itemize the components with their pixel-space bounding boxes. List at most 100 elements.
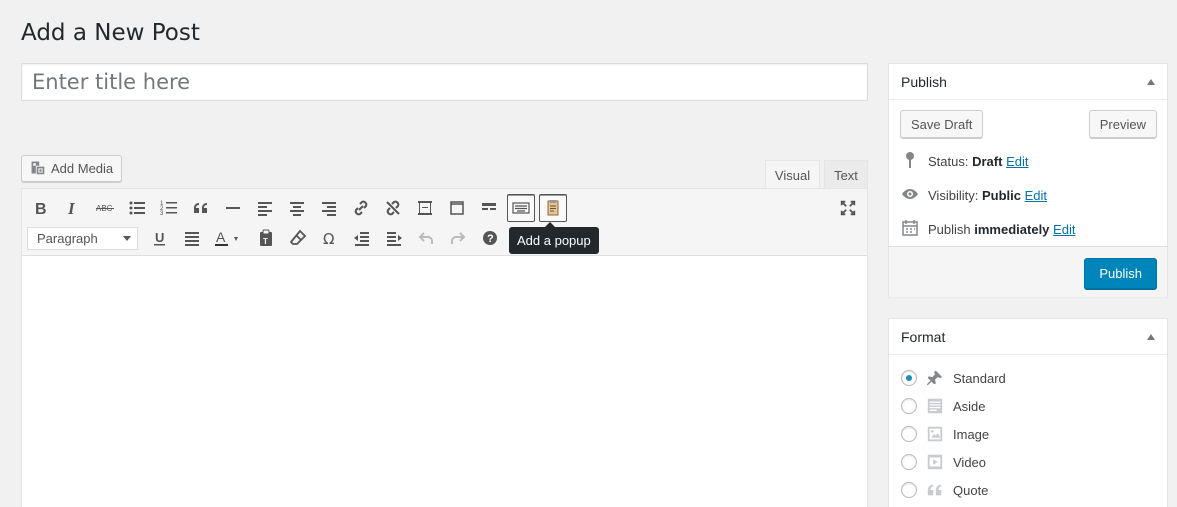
status-row: Status: Draft Edit <box>900 150 1028 173</box>
format-option-label: Video <box>953 454 987 470</box>
numbered-list-icon[interactable]: 123 <box>155 194 183 222</box>
special-character-icon[interactable]: Ω <box>316 224 344 252</box>
schedule-row: Publish immediately Edit <box>900 218 1075 241</box>
italic-icon[interactable]: I <box>59 194 87 222</box>
save-draft-button[interactable]: Save Draft <box>900 110 984 138</box>
post-title-input[interactable] <box>21 63 868 101</box>
popup-icon[interactable] <box>539 194 567 222</box>
svg-text:A: A <box>216 229 226 245</box>
underline-icon[interactable]: U <box>146 224 174 252</box>
indent-icon[interactable] <box>380 224 408 252</box>
tab-visual[interactable]: Visual <box>765 160 820 189</box>
outdent-icon[interactable] <box>348 224 376 252</box>
visibility-value: Public <box>981 188 1021 203</box>
video-icon <box>925 452 945 472</box>
page-title: Add a New Post <box>21 20 200 46</box>
bold-icon[interactable]: B <box>27 194 55 222</box>
fullscreen-icon[interactable] <box>835 195 861 221</box>
collapse-arrow-icon[interactable] <box>1147 333 1155 340</box>
paste-as-text-icon[interactable]: T <box>252 224 280 252</box>
svg-text:?: ? <box>487 233 494 245</box>
svg-text:B: B <box>35 201 47 218</box>
format-option-label: Image <box>953 426 990 442</box>
format-option-quote[interactable]: Quote <box>901 480 988 500</box>
schedule-label: Publish <box>928 222 971 237</box>
redo-icon[interactable] <box>444 224 472 252</box>
publish-panel-title: Publish <box>901 73 947 90</box>
format-panel: Format Standard Aside Image Video Quote <box>888 318 1168 507</box>
status-value: Draft <box>972 154 1003 169</box>
text-color-icon[interactable]: A <box>210 224 248 252</box>
insert-page-break-icon[interactable] <box>443 194 471 222</box>
publish-panel-header[interactable]: Publish <box>889 64 1167 100</box>
remove-link-icon[interactable] <box>379 194 407 222</box>
align-left-icon[interactable] <box>251 194 279 222</box>
bulleted-list-icon[interactable] <box>123 194 151 222</box>
visibility-row: Visibility: Public Edit <box>900 184 1047 207</box>
collapse-arrow-icon[interactable] <box>1147 78 1155 85</box>
add-media-icon <box>29 159 46 179</box>
publish-button[interactable]: Publish <box>1084 258 1157 289</box>
publish-actions: Save Draft Preview <box>900 110 1157 138</box>
justify-icon[interactable] <box>178 224 206 252</box>
radio-button[interactable] <box>901 426 917 442</box>
toolbar-row-2: Paragraph U A T Ω ? <box>27 224 508 252</box>
undo-icon[interactable] <box>412 224 440 252</box>
align-center-icon[interactable] <box>283 194 311 222</box>
tab-text[interactable]: Text <box>824 160 868 189</box>
format-option-label: Standard <box>953 370 1006 386</box>
toolbar-row-1: B I ABC 123 <box>27 194 571 222</box>
strikethrough-icon[interactable]: ABC <box>91 194 119 222</box>
keyboard-icon[interactable] <box>507 194 535 222</box>
svg-text:T: T <box>263 237 268 246</box>
edit-visibility-link[interactable]: Edit <box>1025 188 1047 203</box>
format-option-standard[interactable]: Standard <box>901 368 1006 388</box>
edit-schedule-link[interactable]: Edit <box>1053 222 1075 237</box>
radio-button[interactable] <box>901 454 917 470</box>
svg-text:U: U <box>155 230 164 245</box>
svg-text:Ω: Ω <box>323 230 334 248</box>
preview-button[interactable]: Preview <box>1088 110 1157 138</box>
edit-status-link[interactable]: Edit <box>1006 154 1028 169</box>
chevron-down-icon <box>123 235 131 241</box>
radio-button[interactable] <box>901 370 917 386</box>
aside-icon <box>925 396 945 416</box>
help-icon[interactable]: ? <box>476 224 504 252</box>
radio-button[interactable] <box>901 398 917 414</box>
editor-content-area[interactable] <box>22 256 867 507</box>
quote-icon <box>925 480 945 500</box>
format-panel-title: Format <box>901 328 946 345</box>
block-format-select[interactable]: Paragraph <box>27 226 138 250</box>
insert-link-icon[interactable] <box>347 194 375 222</box>
format-option-image[interactable]: Image <box>901 424 989 444</box>
blockquote-icon[interactable] <box>187 194 215 222</box>
pin-icon <box>900 150 920 173</box>
calendar-icon <box>900 218 920 241</box>
format-panel-header[interactable]: Format <box>889 319 1167 355</box>
format-option-video[interactable]: Video <box>901 452 986 472</box>
horizontal-line-icon[interactable] <box>219 194 247 222</box>
eye-icon <box>900 184 920 207</box>
svg-text:3: 3 <box>160 211 164 217</box>
format-option-label: Quote <box>953 482 989 498</box>
radio-button[interactable] <box>901 482 917 498</box>
toolbar-toggle-icon[interactable] <box>475 194 503 222</box>
format-option-label: Aside <box>953 398 986 414</box>
image-icon <box>925 424 945 444</box>
post-editor: B I ABC 123 Paragraph U A T Ω ? Add a po… <box>21 188 868 507</box>
svg-text:I: I <box>67 199 76 218</box>
status-label: Status: <box>928 154 969 169</box>
clear-formatting-icon[interactable] <box>284 224 312 252</box>
editor-toolbar: B I ABC 123 Paragraph U A T Ω ? Add a po… <box>22 189 867 256</box>
publish-panel: Publish Save Draft Preview Status: Draft… <box>888 63 1168 297</box>
add-media-button[interactable]: Add Media <box>21 155 123 182</box>
tooltip: Add a popup <box>509 222 599 254</box>
align-right-icon[interactable] <box>315 194 343 222</box>
block-format-value: Paragraph <box>37 230 98 246</box>
insert-more-icon[interactable] <box>411 194 439 222</box>
pushpin-icon <box>925 368 945 388</box>
schedule-value: immediately <box>974 222 1050 237</box>
visibility-label: Visibility: <box>928 188 979 203</box>
format-option-aside[interactable]: Aside <box>901 396 986 416</box>
publish-footer: Publish <box>889 246 1167 297</box>
